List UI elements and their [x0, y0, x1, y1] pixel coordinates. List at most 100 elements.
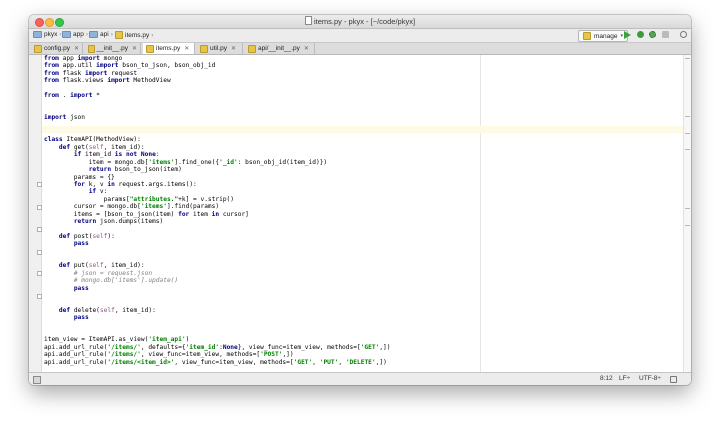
- error-stripe-marker[interactable]: [685, 225, 690, 226]
- code-line[interactable]: from flask import request: [44, 70, 137, 77]
- code-line[interactable]: from . import *: [44, 92, 100, 99]
- python-config-icon: [583, 32, 591, 40]
- error-stripe-marker[interactable]: [685, 149, 690, 150]
- inspection-ok-marker[interactable]: [685, 58, 690, 59]
- tab-init-py[interactable]: __init__.py ✕: [85, 43, 141, 54]
- code-line[interactable]: pass: [44, 285, 89, 292]
- code-line[interactable]: api.add_url_rule('/items/', view_func=it…: [44, 351, 294, 358]
- folder-icon: [62, 31, 71, 38]
- code-line[interactable]: for k, v in request.args.items():: [44, 181, 197, 188]
- close-tab-icon[interactable]: ✕: [74, 45, 79, 52]
- breadcrumb-app[interactable]: app ›: [62, 31, 88, 38]
- breadcrumb-pkyx[interactable]: pkyx ›: [33, 31, 62, 38]
- tab-items-py[interactable]: items.py ✕: [143, 43, 195, 54]
- code-line[interactable]: from app.util import bson_to_json, bson_…: [44, 62, 215, 69]
- error-stripe-marker[interactable]: [685, 133, 690, 134]
- coverage-icon[interactable]: [649, 31, 656, 38]
- caret-position[interactable]: 8:12: [600, 375, 613, 382]
- tab-config-py[interactable]: config.py ✕: [31, 43, 83, 54]
- tab-label: items.py: [156, 45, 181, 52]
- close-tab-icon[interactable]: ✕: [184, 45, 189, 52]
- title-bar: items.py - pkyx - [~/code/pkyx]: [29, 15, 691, 29]
- chevron-down-icon: ▾: [620, 33, 624, 39]
- fold-marker-icon[interactable]: [37, 205, 42, 210]
- code-line[interactable]: return json.dumps(items): [44, 218, 163, 225]
- code-line[interactable]: if item_id is not None:: [44, 151, 160, 158]
- editor-scrollbar[interactable]: [683, 55, 691, 372]
- code-line[interactable]: def delete(self, item_id):: [44, 307, 156, 314]
- breadcrumb-label: pkyx: [44, 31, 58, 38]
- search-icon[interactable]: [680, 31, 687, 38]
- code-line[interactable]: from flask.views import MethodView: [44, 77, 171, 84]
- code-line[interactable]: pass: [44, 314, 89, 321]
- breadcrumb-api[interactable]: api ›: [89, 31, 113, 38]
- source-code[interactable]: from app import mongo from app.util impo…: [44, 55, 391, 366]
- file-encoding[interactable]: UTF-8÷: [639, 375, 661, 382]
- editor-gutter[interactable]: [29, 55, 42, 372]
- close-tab-icon[interactable]: ✕: [231, 45, 236, 52]
- python-file-icon: [248, 44, 256, 53]
- error-stripe-marker[interactable]: [685, 116, 690, 117]
- tab-label: config.py: [43, 45, 70, 52]
- tab-label: util.py: [210, 45, 227, 52]
- code-line[interactable]: params = {}: [44, 174, 115, 181]
- code-line[interactable]: def post(self):: [44, 233, 115, 240]
- python-file-icon: [146, 44, 154, 53]
- run-icon[interactable]: [624, 31, 631, 39]
- fold-marker-icon[interactable]: [37, 271, 42, 276]
- window-title: items.py - pkyx - [~/code/pkyx]: [313, 17, 416, 26]
- tab-label: api/__init__.py: [258, 45, 300, 52]
- close-tab-icon[interactable]: ✕: [132, 45, 137, 52]
- python-file-icon: [34, 44, 42, 53]
- code-editor[interactable]: from app import mongo from app.util impo…: [29, 55, 691, 372]
- run-configuration-select[interactable]: manage ▾: [578, 30, 629, 42]
- breadcrumb-label: items.py: [125, 31, 150, 39]
- python-file-icon: [115, 31, 123, 39]
- code-line[interactable]: item_view = ItemAPI.as_view('item_api'): [44, 336, 189, 343]
- window-title-wrap: items.py - pkyx - [~/code/pkyx]: [29, 16, 691, 26]
- chevron-right-icon: ›: [151, 31, 154, 39]
- python-file-icon: [200, 44, 208, 53]
- error-stripe-marker[interactable]: [685, 208, 690, 209]
- chevron-right-icon: ›: [110, 31, 113, 38]
- stop-icon[interactable]: [662, 31, 669, 38]
- code-line[interactable]: cursor = mongo.db['items'].find(params): [44, 203, 219, 210]
- close-tab-icon[interactable]: ✕: [304, 45, 309, 52]
- python-file-icon: [88, 44, 95, 53]
- code-line[interactable]: def put(self, item_id):: [44, 262, 145, 269]
- code-line[interactable]: item = mongo.db['items'].find_one({'_id'…: [44, 159, 327, 166]
- ide-window: items.py - pkyx - [~/code/pkyx] pkyx › a…: [29, 15, 691, 385]
- line-separator[interactable]: LF÷: [619, 375, 630, 382]
- status-bar: 8:12 LF÷ UTF-8÷: [29, 372, 691, 385]
- code-line[interactable]: # json = request.json: [44, 270, 152, 277]
- code-line[interactable]: api.add_url_rule('/items/', defaults={'i…: [44, 344, 391, 351]
- code-line[interactable]: def get(self, item_id):: [44, 144, 145, 151]
- fold-marker-icon[interactable]: [37, 182, 42, 187]
- debug-icon[interactable]: [637, 31, 644, 38]
- tab-label: __init__.py: [96, 45, 128, 52]
- tool-windows-icon[interactable]: [33, 376, 41, 384]
- python-file-icon: [304, 16, 312, 25]
- right-margin-guide: [480, 55, 481, 372]
- code-line[interactable]: return bson_to_json(item): [44, 166, 182, 173]
- code-line[interactable]: # mongo.db['items'].update(): [44, 277, 178, 284]
- breadcrumb-items-py[interactable]: items.py ›: [115, 31, 153, 39]
- folder-icon: [89, 31, 98, 38]
- code-line[interactable]: from app import mongo: [44, 55, 122, 62]
- code-line[interactable]: import json: [44, 114, 85, 121]
- code-line[interactable]: pass: [44, 240, 89, 247]
- tab-api-init-py[interactable]: api/__init__.py ✕: [245, 43, 315, 54]
- editor-tabs: config.py ✕ __init__.py ✕ items.py ✕ uti…: [29, 43, 691, 55]
- code-line[interactable]: api.add_url_rule('/items/<item_id>', vie…: [44, 359, 387, 366]
- code-line[interactable]: params["attributes."+k] = v.strip(): [44, 196, 234, 203]
- folder-icon: [33, 31, 42, 38]
- tab-util-py[interactable]: util.py ✕: [197, 43, 243, 54]
- code-line[interactable]: if v:: [44, 188, 108, 195]
- fold-marker-icon[interactable]: [37, 294, 42, 299]
- fold-marker-icon[interactable]: [37, 250, 42, 255]
- code-line[interactable]: class ItemAPI(MethodView):: [44, 136, 141, 143]
- lock-icon[interactable]: [670, 376, 677, 383]
- run-configuration-label: manage: [594, 32, 618, 40]
- code-line[interactable]: items = [bson_to_json(item) for item in …: [44, 211, 249, 218]
- fold-marker-icon[interactable]: [37, 227, 42, 232]
